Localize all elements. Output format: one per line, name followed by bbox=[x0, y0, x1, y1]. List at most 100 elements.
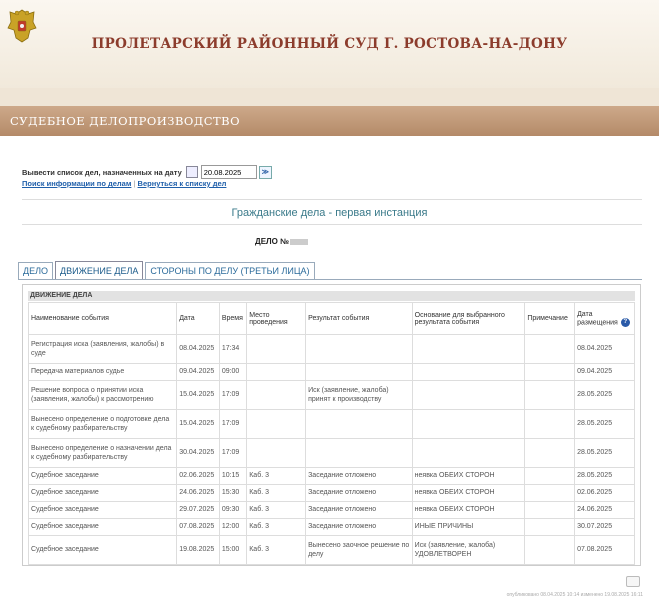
table-cell: Каб. 3 bbox=[246, 501, 307, 519]
table-cell: Регистрация иска (заявления, жалобы) в с… bbox=[27, 334, 178, 364]
table-row: Решение вопроса о принятии иска (заявлен… bbox=[27, 380, 635, 410]
table-cell: Заседание отложено bbox=[305, 484, 413, 502]
table-cell: Заседание отложено bbox=[305, 501, 413, 519]
table-cell bbox=[305, 438, 413, 468]
table-row: Вынесено определение о назначении дела к… bbox=[27, 438, 635, 468]
show-cases-button[interactable]: ≫ bbox=[258, 165, 272, 179]
table-cell: 07.08.2025 bbox=[574, 535, 635, 565]
table-row: Передача материалов судье 09.04.2025 09:00… bbox=[27, 363, 635, 381]
table-cell: 09:00 bbox=[218, 363, 248, 381]
table-cell: 28.05.2025 bbox=[574, 380, 635, 410]
table-cell: неявка ОБЕИХ СТОРОН bbox=[411, 484, 526, 502]
tab-bar: ДЕЛО ДВИЖЕНИЕ ДЕЛА СТОРОНЫ ПО ДЕЛУ (ТРЕТ… bbox=[18, 258, 317, 279]
table-row: Судебное заседание 02.06.2025 10:15 Каб. 3З… bbox=[27, 467, 635, 485]
table-cell: Заседание отложено bbox=[305, 518, 413, 536]
print-icon[interactable] bbox=[626, 576, 640, 587]
table-cell bbox=[524, 438, 576, 468]
tab-case[interactable]: ДЕЛО bbox=[18, 262, 54, 279]
publication-info: опубликовано 08.04.2025 10:14 изменено 1… bbox=[506, 592, 643, 598]
court-title: ПРОЛЕТАРСКИЙ РАЙОННЫЙ СУД Г. РОСТОВА-НА-… bbox=[91, 36, 568, 52]
table-cell: Решение вопроса о принятии иска (заявлен… bbox=[27, 380, 178, 410]
table-cell: 09.04.2025 bbox=[574, 363, 635, 381]
table-cell: Каб. 3 bbox=[246, 467, 307, 485]
table-cell bbox=[305, 409, 413, 439]
tab-case-movement[interactable]: ДВИЖЕНИЕ ДЕЛА bbox=[55, 261, 144, 279]
table-cell: ИНЫЕ ПРИЧИНЫ bbox=[411, 518, 526, 536]
table-row: Судебное заседание 29.07.2025 09:30 Каб. 3З… bbox=[27, 501, 635, 519]
table-header-row: Наименование события Дата Время Место пр… bbox=[27, 302, 635, 335]
table-cell bbox=[411, 380, 526, 410]
date-input[interactable] bbox=[200, 165, 257, 179]
header-band bbox=[0, 88, 659, 106]
table-cell bbox=[524, 501, 576, 519]
case-number: ДЕЛО № bbox=[255, 237, 309, 246]
table-cell bbox=[411, 438, 526, 468]
table-cell bbox=[524, 334, 576, 364]
table-cell bbox=[524, 467, 576, 485]
tab-underline bbox=[18, 279, 642, 280]
link-separator: | bbox=[133, 179, 136, 188]
table-cell: Иск (заявление, жалоба) УДОВЛЕТВОРЕН bbox=[411, 535, 526, 565]
tab-parties[interactable]: СТОРОНЫ ПО ДЕЛУ (ТРЕТЬИ ЛИЦА) bbox=[145, 262, 315, 279]
table-cell: 12:00 bbox=[218, 518, 248, 536]
column-header: Основание для выбранного результата собы… bbox=[411, 302, 526, 335]
table-cell: 29.07.2025 bbox=[176, 501, 220, 519]
table-cell: 15.04.2025 bbox=[176, 380, 220, 410]
table-cell bbox=[305, 334, 413, 364]
table-cell: 10:15 bbox=[218, 467, 248, 485]
table-cell: Вынесено определение о подготовке дела к… bbox=[27, 409, 178, 439]
table-cell: 09.04.2025 bbox=[176, 363, 220, 381]
section-bar: СУДЕБНОЕ ДЕЛОПРОИЗВОДСТВО bbox=[0, 106, 659, 136]
table-cell: Судебное заседание bbox=[27, 484, 178, 502]
table-cell bbox=[524, 363, 576, 381]
search-cases-link[interactable]: Поиск информации по делам bbox=[22, 179, 131, 188]
table-cell: Передача материалов судье bbox=[27, 363, 178, 381]
column-header: Дата bbox=[176, 302, 220, 335]
table-cell: Судебное заседание bbox=[27, 501, 178, 519]
table-cell: 19.08.2025 bbox=[176, 535, 220, 565]
table-cell: 08.04.2025 bbox=[574, 334, 635, 364]
table-row: Судебное заседание 07.08.2025 12:00 Каб. 3З… bbox=[27, 518, 635, 536]
table-cell: 15.04.2025 bbox=[176, 409, 220, 439]
table-row: Судебное заседание 24.06.2025 15:30 Каб. 3З… bbox=[27, 484, 635, 502]
table-cell: 02.06.2025 bbox=[574, 484, 635, 502]
table-cell: 15:00 bbox=[218, 535, 248, 565]
table-cell: 02.06.2025 bbox=[176, 467, 220, 485]
table-cell: 24.06.2025 bbox=[176, 484, 220, 502]
divider bbox=[22, 224, 642, 225]
instance-title: Гражданские дела - первая инстанция bbox=[231, 207, 428, 219]
events-table: Наименование события Дата Время Место пр… bbox=[27, 302, 635, 565]
table-cell: 17:09 bbox=[218, 409, 248, 439]
table-cell bbox=[246, 409, 307, 439]
table-cell: 30.04.2025 bbox=[176, 438, 220, 468]
table-cell bbox=[305, 363, 413, 381]
table-cell bbox=[411, 409, 526, 439]
table-cell: 28.05.2025 bbox=[574, 467, 635, 485]
divider bbox=[22, 199, 642, 200]
column-header: Место проведения bbox=[246, 302, 307, 335]
table-cell: Вынесено определение о назначении дела к… bbox=[27, 438, 178, 468]
table-cell: 17:34 bbox=[218, 334, 248, 364]
table-row: Вынесено определение о подготовке дела к… bbox=[27, 409, 635, 439]
table-cell: Каб. 3 bbox=[246, 535, 307, 565]
table-cell: 17:09 bbox=[218, 438, 248, 468]
table-cell: 28.05.2025 bbox=[574, 409, 635, 439]
table-cell bbox=[524, 380, 576, 410]
table-cell: Судебное заседание bbox=[27, 535, 178, 565]
table-cell: 07.08.2025 bbox=[176, 518, 220, 536]
table-cell: Заседание отложено bbox=[305, 467, 413, 485]
table-cell bbox=[246, 380, 307, 410]
table-cell: 24.06.2025 bbox=[574, 501, 635, 519]
table-cell: 28.05.2025 bbox=[574, 438, 635, 468]
table-cell bbox=[411, 334, 526, 364]
date-filter: Вывести список дел, назначенных на дату … bbox=[22, 165, 272, 179]
calendar-icon[interactable] bbox=[185, 166, 198, 178]
events-table-body: Регистрация иска (заявления, жалобы) в с… bbox=[27, 334, 635, 565]
table-cell: Судебное заседание bbox=[27, 467, 178, 485]
back-to-list-link[interactable]: Вернуться к списку дел bbox=[138, 179, 227, 188]
case-movement-panel: ДВИЖЕНИЕ ДЕЛА Наименование события Дата … bbox=[22, 284, 641, 566]
column-header-posted-date: Дата размещения ? bbox=[574, 302, 635, 335]
help-icon[interactable]: ? bbox=[620, 317, 630, 327]
column-header: Результат события bbox=[305, 302, 413, 335]
section-title: СУДЕБНОЕ ДЕЛОПРОИЗВОДСТВО bbox=[10, 114, 241, 128]
